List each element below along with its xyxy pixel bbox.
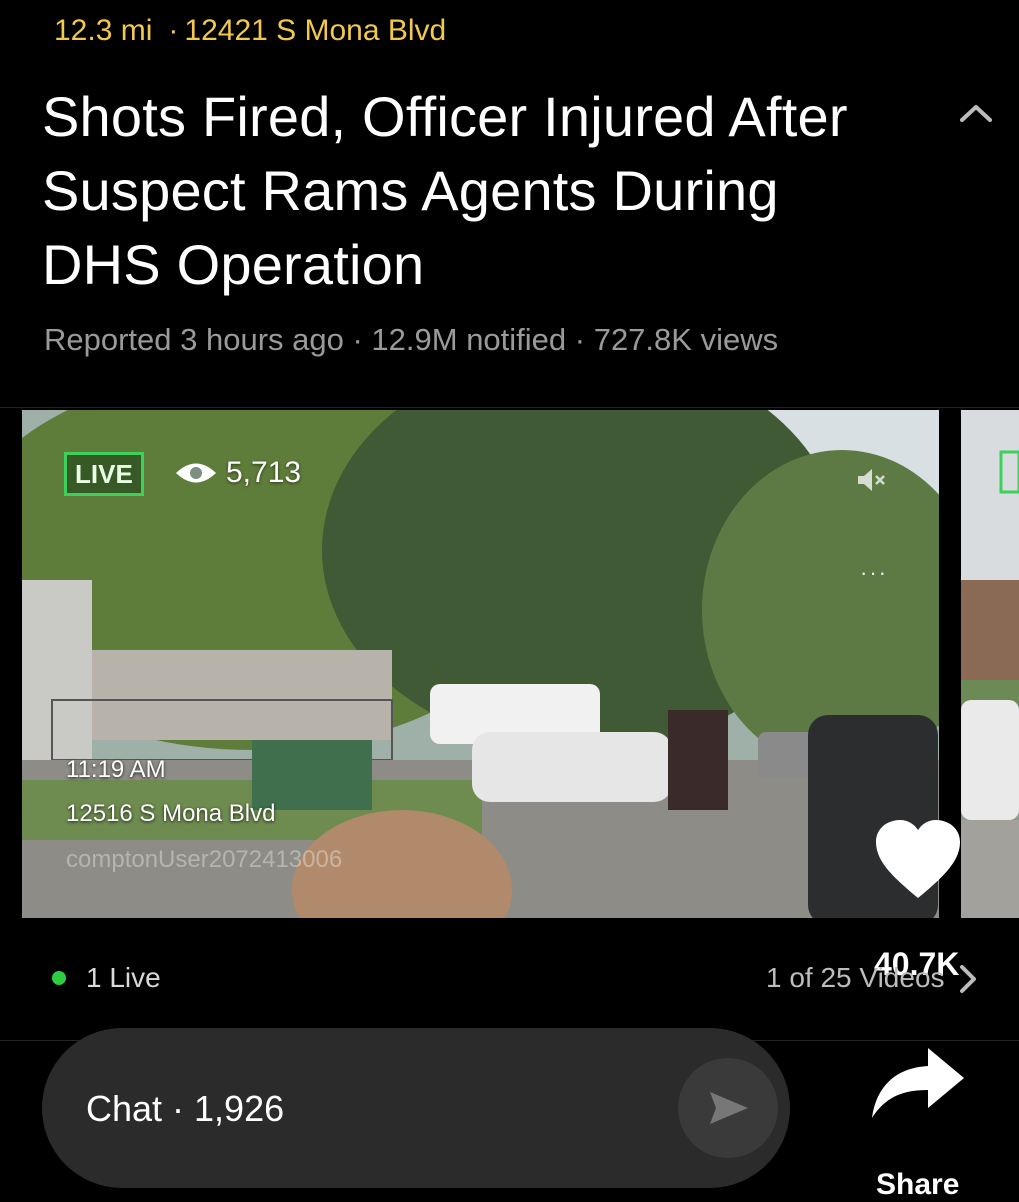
viewer-count: 5,713 bbox=[174, 456, 301, 490]
send-icon bbox=[710, 1092, 748, 1124]
live-status-label: 1 Live bbox=[86, 962, 161, 993]
chat-input-bar[interactable]: Chat · 1,926 bbox=[42, 1028, 790, 1188]
overlay-time: 11:19 AM bbox=[66, 756, 166, 783]
share-label[interactable]: Share bbox=[876, 1168, 959, 1202]
location-label: 12421 S Mona Blvd bbox=[184, 14, 447, 47]
overlay-username: comptonUser2072413006 bbox=[66, 846, 343, 873]
live-indicator-dot bbox=[52, 971, 66, 985]
muted-speaker-icon[interactable] bbox=[854, 466, 888, 494]
incident-stats: Reported 3 hours ago · 12.9M notified · … bbox=[44, 322, 779, 357]
next-video-frame bbox=[961, 410, 1019, 918]
viewer-count-label: 5,713 bbox=[226, 456, 302, 489]
chevron-up-icon[interactable] bbox=[956, 98, 996, 128]
divider bbox=[0, 407, 1019, 408]
chevron-right-icon[interactable] bbox=[956, 962, 980, 996]
separator-dot: · bbox=[168, 14, 179, 47]
distance-label: 12.3 mi bbox=[54, 14, 153, 47]
send-button[interactable] bbox=[678, 1058, 778, 1158]
incident-title: Shots Fired, Officer Injured After Suspe… bbox=[42, 85, 848, 296]
live-video-player[interactable]: LIVE 5,713 ··· 11:19 AM 12516 S Mona Blv… bbox=[22, 410, 939, 918]
live-badge: LIVE bbox=[64, 452, 144, 496]
eye-icon bbox=[176, 463, 216, 483]
share-arrow-icon[interactable] bbox=[868, 1044, 968, 1124]
location-meta: 12.3 mi · 12421 S Mona Blvd bbox=[54, 14, 446, 48]
more-options-button[interactable]: ··· bbox=[860, 560, 888, 586]
video-frame bbox=[22, 410, 939, 918]
video-index-label[interactable]: 1 of 25 Videos bbox=[766, 962, 945, 994]
live-status: 1 Live bbox=[52, 962, 161, 994]
overlay-address: 12516 S Mona Blvd bbox=[66, 800, 276, 827]
next-video-preview[interactable] bbox=[961, 410, 1019, 918]
chat-label: Chat · 1,926 bbox=[86, 1088, 285, 1129]
heart-icon[interactable] bbox=[874, 818, 962, 902]
